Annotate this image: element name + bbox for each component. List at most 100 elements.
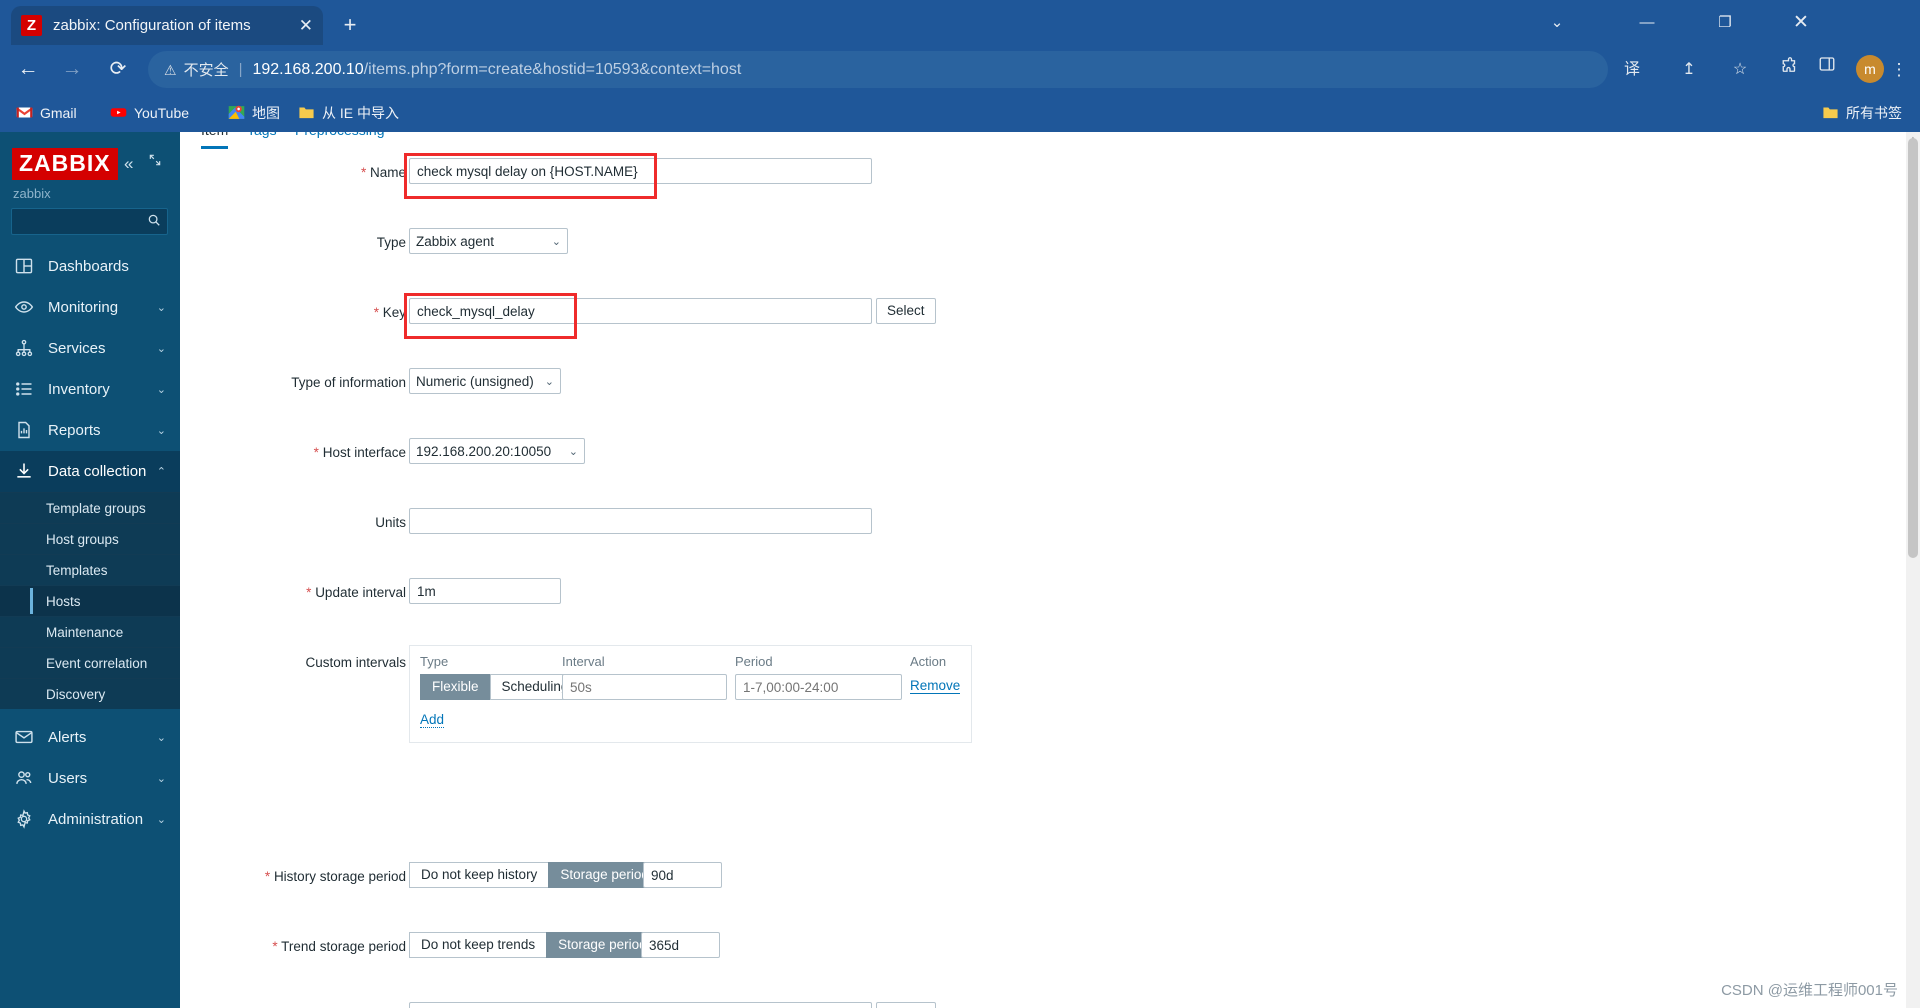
maximize-icon[interactable]: ❐ [1702, 8, 1748, 38]
sitemap-icon [14, 338, 36, 360]
chevron-down-icon[interactable]: ⌄ [1534, 8, 1580, 38]
tab-tags[interactable]: Tags [247, 132, 277, 146]
field-label: Type of information [291, 375, 406, 390]
value-mapping-select-button[interactable]: Select [876, 1002, 936, 1008]
sidebar-item-host-groups[interactable]: Host groups [0, 523, 180, 554]
history-option-do-not-keep[interactable]: Do not keep history [409, 862, 549, 888]
eye-icon [14, 297, 36, 319]
minimize-icon[interactable]: — [1624, 8, 1670, 38]
key-select-button[interactable]: Select [876, 298, 936, 324]
item-form: * Name Type Zabbix agent ⌄ * Key Select … [180, 153, 1280, 1008]
sidebar-item-reports[interactable]: Reports ⌄ [0, 410, 180, 451]
history-storage-toggle[interactable]: Do not keep history Storage period [409, 862, 661, 888]
bookmark-label: 地图 [252, 104, 280, 121]
not-secure-icon: ⚠ [164, 61, 177, 78]
forward-icon[interactable]: → [54, 51, 90, 87]
expand-sidebar-icon[interactable] [148, 153, 162, 170]
close-window-icon[interactable]: ✕ [1778, 8, 1824, 38]
sidebar-item-label: Alerts [48, 729, 87, 746]
custom-interval-input[interactable] [562, 674, 727, 700]
sidebar-item-monitoring[interactable]: Monitoring ⌄ [0, 287, 180, 328]
zabbix-logo: ZABBIX [12, 148, 118, 180]
watermark: CSDN @运维工程师001号 [1721, 982, 1898, 999]
trend-storage-toggle[interactable]: Do not keep trends Storage period [409, 932, 659, 958]
custom-interval-period-input[interactable] [735, 674, 902, 700]
trend-option-do-not-keep[interactable]: Do not keep trends [409, 932, 547, 958]
bookmark-ie-import[interactable]: 从 IE 中导入 [298, 93, 399, 132]
sidebar-item-template-groups[interactable]: Template groups [0, 492, 180, 523]
side-panel-icon[interactable] [1818, 55, 1848, 85]
field-host-interface: * Host interface 192.168.200.20:10050 ⌄ [180, 438, 1280, 473]
share-icon[interactable]: ↥ [1674, 55, 1704, 85]
sidebar-item-users[interactable]: Users ⌄ [0, 758, 180, 799]
sidebar-item-label: Users [48, 770, 88, 787]
extensions-icon[interactable] [1775, 55, 1805, 85]
history-storage-period-input[interactable] [643, 862, 722, 888]
sidebar-item-hosts[interactable]: Hosts [0, 585, 180, 616]
field-value-mapping: Value mapping Select [180, 1002, 1280, 1008]
tab-strip: Z zabbix: Configuration of items ✕ + ⌄ —… [0, 0, 1920, 45]
sidebar-item-alerts[interactable]: Alerts ⌄ [0, 717, 180, 758]
type-option-flexible[interactable]: Flexible [420, 674, 490, 700]
browser-menu-icon[interactable]: ⋮ [1886, 55, 1912, 85]
maps-icon [228, 104, 245, 121]
address-bar[interactable]: ⚠ 不安全 | 192.168.200.10 /items.php?form=c… [148, 51, 1608, 88]
value-mapping-input[interactable] [409, 1002, 872, 1008]
sidebar-item-maintenance[interactable]: Maintenance [0, 616, 180, 647]
field-label: Value mapping [317, 1004, 406, 1008]
bookmark-youtube[interactable]: YouTube [110, 93, 189, 132]
add-custom-interval-link[interactable]: Add [420, 712, 445, 728]
sidebar-username: zabbix [13, 186, 51, 201]
type-value: Zabbix agent [416, 233, 495, 249]
back-icon[interactable]: ← [10, 51, 46, 87]
bookmark-label: YouTube [134, 104, 190, 121]
key-input[interactable] [409, 298, 872, 324]
required-asterisk: * [264, 869, 271, 884]
tab-item[interactable]: Item [201, 132, 229, 149]
scrollbar-thumb[interactable] [1908, 138, 1918, 558]
sidebar-item-discovery[interactable]: Discovery [0, 678, 180, 709]
sidebar-item-event-correlation[interactable]: Event correlation [0, 647, 180, 678]
column-header-period: Period [735, 654, 773, 669]
sidebar-item-inventory[interactable]: Inventory ⌄ [0, 369, 180, 410]
name-input[interactable] [409, 158, 872, 184]
remove-custom-interval-link[interactable]: Remove [910, 678, 961, 694]
close-tab-icon[interactable]: ✕ [299, 17, 313, 34]
field-label: Units [375, 515, 406, 530]
url-path: /items.php?form=create&hostid=10593&cont… [363, 60, 742, 78]
type-select[interactable]: Zabbix agent ⌄ [409, 228, 568, 254]
bookmark-maps[interactable]: 地图 [228, 93, 280, 132]
field-label: * Trend storage period [272, 939, 406, 954]
sidebar-item-administration[interactable]: Administration ⌄ [0, 799, 180, 840]
units-input[interactable] [409, 508, 872, 534]
browser-tab[interactable]: Z zabbix: Configuration of items ✕ [11, 6, 323, 45]
sidebar-item-dashboards[interactable]: Dashboards [0, 246, 180, 287]
tab-preprocessing[interactable]: Preprocessing [295, 132, 385, 146]
field-trend-storage-period: * Trend storage period Do not keep trend… [180, 932, 1280, 967]
bookmark-star-icon[interactable]: ☆ [1725, 55, 1755, 85]
host-interface-select[interactable]: 192.168.200.20:10050 ⌄ [409, 438, 585, 464]
type-of-information-select[interactable]: Numeric (unsigned) ⌄ [409, 368, 561, 394]
navigation-row: ← → ⟳ ⚠ 不安全 | 192.168.200.10 /items.php?… [0, 45, 1920, 93]
sidebar-nav: Dashboards Monitoring ⌄ Services ⌄ Inven… [0, 246, 180, 840]
zabbix-sidebar: ZABBIX « zabbix Dashboards Monitoring ⌄ [0, 132, 180, 1008]
field-label: * Update interval [306, 585, 406, 600]
avatar[interactable]: m [1856, 55, 1884, 83]
chevron-down-icon: ⌄ [156, 732, 166, 744]
sidebar-subitem-label: Hosts [46, 593, 81, 609]
bookmark-label: 所有书签 [1846, 104, 1902, 121]
bookmark-all-bookmarks[interactable]: 所有书签 [1822, 93, 1902, 132]
custom-interval-type-toggle[interactable]: Flexible Scheduling [420, 674, 581, 700]
collapse-sidebar-icon[interactable]: « [124, 154, 133, 174]
update-interval-input[interactable] [409, 578, 561, 604]
translate-icon[interactable]: 译 [1617, 55, 1647, 85]
required-asterisk: * [313, 445, 319, 460]
bookmark-gmail[interactable]: Gmail [16, 93, 77, 132]
new-tab-icon[interactable]: + [336, 12, 364, 40]
sidebar-item-data-collection[interactable]: Data collection ⌃ [0, 451, 180, 492]
trend-storage-period-input[interactable] [641, 932, 720, 958]
sidebar-item-services[interactable]: Services ⌄ [0, 328, 180, 369]
reload-icon[interactable]: ⟳ [100, 51, 136, 87]
search-input[interactable] [11, 208, 168, 235]
sidebar-item-templates[interactable]: Templates [0, 554, 180, 585]
